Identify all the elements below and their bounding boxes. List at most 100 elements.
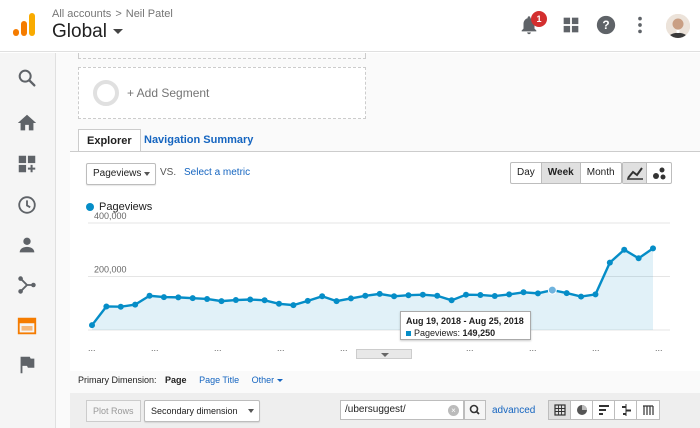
series-area — [92, 248, 653, 330]
data-point — [448, 297, 455, 304]
realtime-clock-icon[interactable] — [16, 194, 38, 216]
caret-down-icon — [248, 409, 254, 413]
motion-chart-icon — [653, 167, 666, 180]
breadcrumb-separator: > — [115, 8, 122, 20]
y-tick-label: 400,000 — [94, 212, 127, 221]
table-toolbar: Plot Rows Secondary dimension /ubersugge… — [70, 393, 700, 428]
x-tick-marker: ... — [88, 343, 96, 353]
home-icon[interactable] — [16, 112, 38, 134]
tooltip-metric-label: Pageviews: — [414, 328, 461, 338]
avatar[interactable] — [666, 14, 690, 38]
collapse-chart-button[interactable] — [356, 349, 412, 359]
pivot-view-button[interactable] — [637, 401, 659, 419]
data-point — [635, 255, 642, 262]
performance-icon — [599, 405, 609, 415]
breadcrumb-account-name[interactable]: Neil Patel — [126, 8, 173, 20]
data-point — [606, 259, 613, 266]
breadcrumb-accounts[interactable]: All accounts — [52, 8, 111, 20]
notification-badge: 1 — [531, 11, 547, 27]
pie-view-button[interactable] — [571, 401, 593, 419]
breadcrumb[interactable]: All accounts > Neil Patel — [52, 8, 173, 20]
help-icon[interactable]: ? — [595, 14, 617, 36]
x-tick-marker: ... — [592, 343, 600, 353]
granularity-month-button[interactable]: Month — [581, 163, 621, 183]
segment-circle-icon — [93, 80, 119, 106]
pie-icon — [577, 405, 587, 415]
data-point — [477, 291, 484, 298]
user-portrait-icon — [666, 14, 690, 38]
more-vert-icon[interactable] — [629, 14, 651, 36]
select-metric-link[interactable]: Select a metric — [184, 167, 250, 178]
data-point — [247, 296, 254, 303]
granularity-day-button[interactable]: Day — [511, 163, 542, 183]
table-filter-input[interactable]: /ubersuggest/ × — [340, 400, 464, 420]
filter-value: /ubersuggest/ — [345, 404, 406, 415]
property-selector[interactable]: Global — [52, 21, 123, 43]
tab-navigation-summary[interactable]: Navigation Summary — [136, 129, 261, 152]
x-tick-marker: ... — [151, 343, 159, 353]
tooltip-metric-value: 149,250 — [462, 328, 496, 338]
secondary-dimension-label: Secondary dimension — [151, 406, 238, 416]
data-point — [506, 291, 513, 298]
data-point — [650, 245, 656, 252]
data-point — [463, 291, 469, 298]
svg-text:?: ? — [602, 18, 609, 32]
data-point — [347, 295, 354, 302]
performance-view-button[interactable] — [593, 401, 615, 419]
plot-rows-button[interactable]: Plot Rows — [86, 400, 141, 422]
x-tick-marker: ... — [655, 343, 663, 353]
clear-filter-icon[interactable]: × — [448, 405, 459, 416]
data-point — [434, 292, 441, 299]
acquisition-icon[interactable] — [16, 274, 38, 296]
line-chart-button[interactable] — [623, 163, 647, 183]
chart-type-group — [622, 162, 672, 184]
data-table-view-button[interactable] — [549, 401, 571, 419]
advanced-filter-link[interactable]: advanced — [492, 405, 535, 416]
data-point — [520, 289, 527, 296]
primary-dimension-bar: Primary Dimension: Page Page Title Other — [78, 375, 284, 385]
app-header: All accounts > Neil Patel Global 1 ? — [0, 0, 700, 52]
conversions-flag-icon[interactable] — [16, 354, 38, 376]
motion-chart-button[interactable] — [647, 163, 671, 183]
apps-grid-icon[interactable] — [560, 14, 582, 36]
granularity-group: Day Week Month — [510, 162, 622, 184]
filter-search-button[interactable] — [464, 400, 486, 420]
granularity-week-button[interactable]: Week — [541, 163, 581, 183]
segment-box-top — [78, 53, 366, 59]
dimension-page[interactable]: Page — [165, 375, 187, 385]
vs-label: VS. — [160, 167, 177, 178]
x-tick-marker: ... — [529, 343, 537, 353]
analytics-logo-icon[interactable] — [12, 12, 36, 38]
pageviews-chart[interactable]: 200,000 400,000..........................… — [70, 212, 700, 372]
add-segment-button[interactable]: + Add Segment — [78, 67, 366, 119]
caret-down-icon — [144, 172, 150, 176]
search-icon — [469, 404, 480, 415]
data-point — [204, 295, 211, 302]
data-point — [391, 293, 398, 300]
dimension-page-title[interactable]: Page Title — [199, 375, 239, 385]
data-point — [319, 293, 326, 300]
search-icon[interactable] — [16, 67, 38, 89]
comparison-view-button[interactable] — [615, 401, 637, 419]
line-chart-icon — [627, 167, 643, 180]
metric-dropdown-value: Pageviews — [93, 168, 142, 179]
tab-explorer[interactable]: Explorer — [78, 129, 141, 152]
data-point — [146, 292, 153, 299]
customization-icon[interactable] — [16, 153, 38, 175]
dimension-other[interactable]: Other — [252, 375, 284, 385]
data-point — [232, 297, 239, 304]
audience-person-icon[interactable] — [16, 234, 38, 256]
data-point — [362, 292, 369, 299]
property-name: Global — [52, 21, 107, 42]
chevron-down-icon — [381, 353, 389, 357]
metric-dropdown[interactable]: Pageviews — [86, 163, 156, 185]
data-point — [405, 292, 412, 299]
data-point — [563, 290, 570, 297]
behavior-icon[interactable] — [16, 315, 38, 337]
data-point — [276, 300, 282, 307]
pivot-icon — [643, 405, 654, 415]
data-point — [290, 302, 297, 309]
secondary-dimension-dropdown[interactable]: Secondary dimension — [144, 400, 260, 422]
data-point — [547, 285, 557, 295]
data-point — [89, 322, 95, 329]
